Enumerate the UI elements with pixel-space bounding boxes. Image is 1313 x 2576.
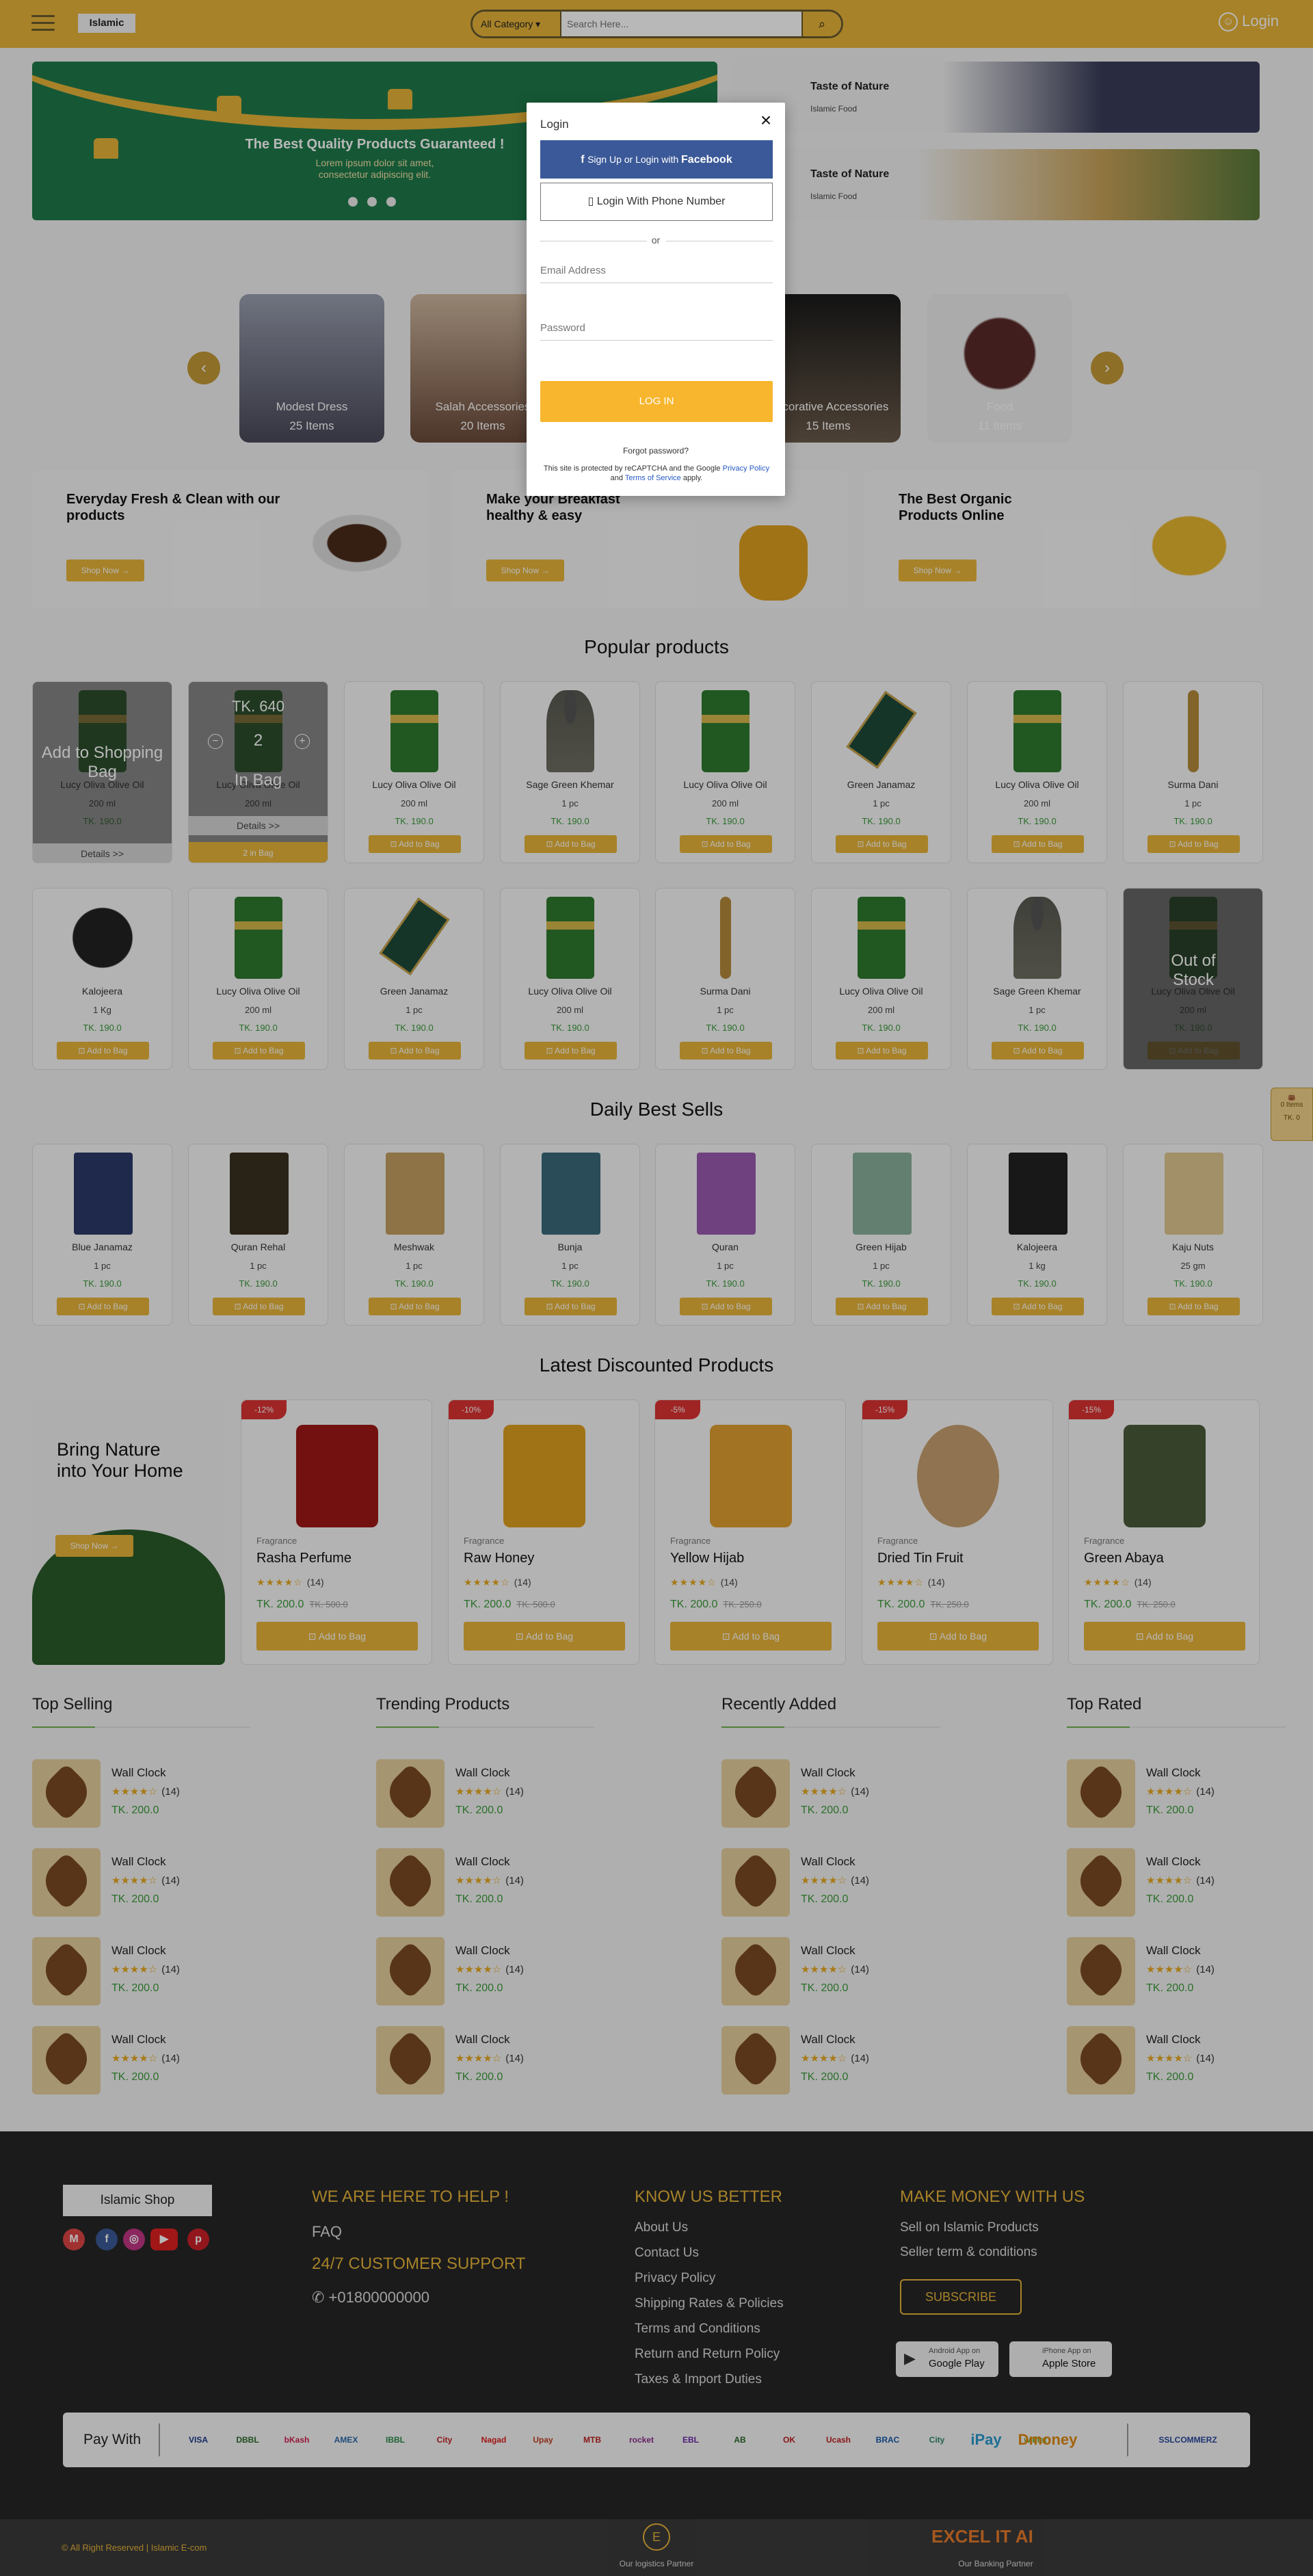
modal-title: Login	[540, 118, 569, 131]
or-label: or	[651, 235, 661, 246]
login-button[interactable]: LOG IN	[540, 381, 773, 422]
close-icon[interactable]: ×	[758, 111, 774, 130]
forgot-password-link[interactable]: Forgot password?	[527, 446, 785, 456]
phone-login-button[interactable]: ▯ Login With Phone Number	[540, 183, 773, 221]
phone-pre: Login With	[596, 196, 652, 207]
captcha-and: and	[610, 474, 625, 482]
captcha-notice: This site is protected by reCAPTCHA and …	[540, 464, 773, 483]
terms-link[interactable]: Terms of Service	[625, 474, 681, 482]
email-field[interactable]	[540, 259, 773, 283]
login-modal: Login × f Sign Up or Login with Facebook…	[527, 103, 785, 496]
phone-label: Phone Number	[651, 196, 726, 207]
fb-label: Facebook	[681, 154, 732, 166]
fb-pre: Sign Up or Login with	[587, 154, 682, 165]
captcha-apply: apply.	[680, 474, 703, 482]
facebook-login-button[interactable]: f Sign Up or Login with Facebook	[540, 140, 773, 179]
privacy-link[interactable]: Privacy Policy	[723, 464, 769, 473]
password-field[interactable]	[540, 316, 773, 341]
facebook-icon: f	[581, 154, 588, 166]
phone-icon: ▯	[587, 196, 597, 207]
captcha-text: This site is protected by reCAPTCHA and …	[543, 464, 723, 473]
